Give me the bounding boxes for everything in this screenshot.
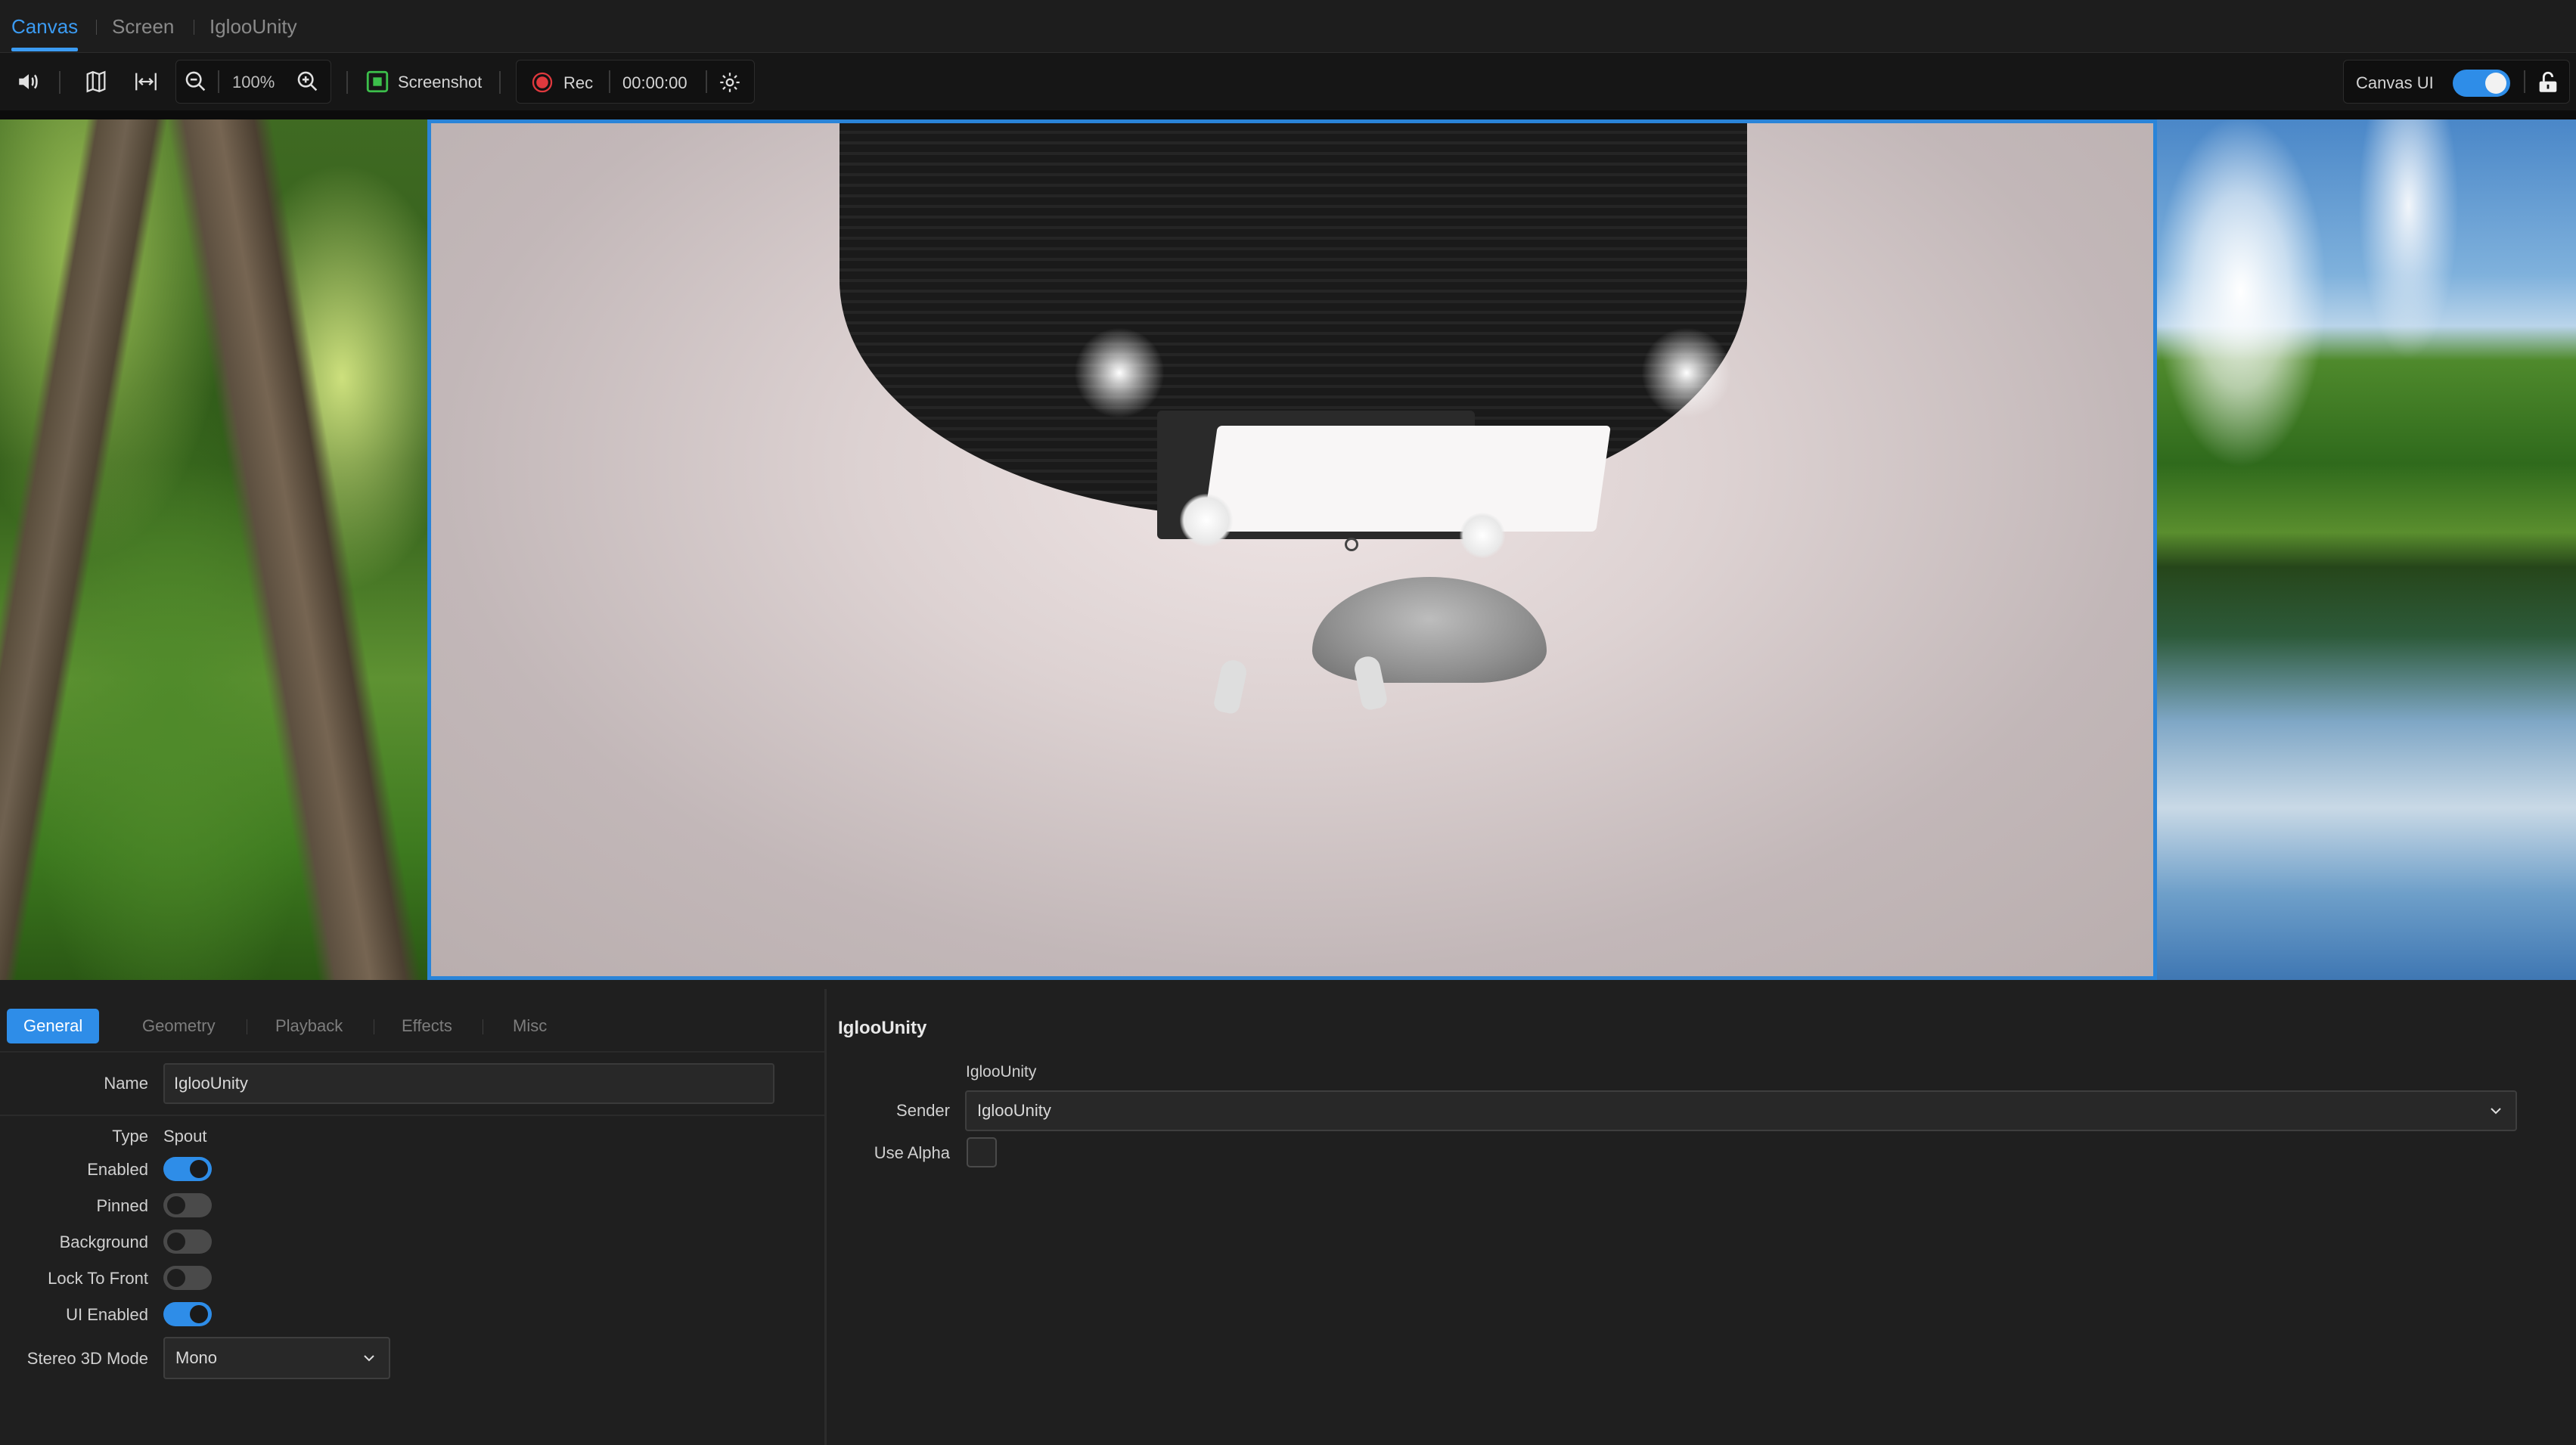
divider (0, 1115, 824, 1116)
top-tab-bar: Canvas Screen IglooUnity (0, 0, 2576, 53)
toolbar: 100% Screenshot Rec 00:00:00 Canvas UI (0, 53, 2576, 110)
tab-separator (96, 20, 97, 35)
lock-to-front-label: Lock To Front (48, 1269, 148, 1288)
umbrella-light (1460, 513, 1505, 558)
gear-icon[interactable] (715, 67, 745, 98)
divider (0, 1051, 824, 1053)
lock-to-front-toggle[interactable] (163, 1266, 212, 1290)
toolbar-separator (499, 71, 501, 94)
softbox-light (1203, 426, 1611, 532)
active-tab-indicator (11, 48, 78, 51)
fit-width-icon[interactable] (131, 67, 161, 97)
pinned-label: Pinned (96, 1196, 148, 1215)
type-label: Type (112, 1127, 148, 1146)
toolbar-separator (609, 70, 610, 93)
use-alpha-checkbox[interactable] (967, 1137, 997, 1167)
panel-divider (824, 989, 827, 1445)
center-reticle (1345, 538, 1358, 551)
zoom-in-icon[interactable] (293, 67, 323, 97)
forest-image[interactable] (0, 119, 427, 980)
pinned-toggle[interactable] (163, 1193, 212, 1217)
toolbar-separator (706, 70, 707, 93)
background-toggle[interactable] (163, 1229, 212, 1254)
type-value: Spout (163, 1127, 207, 1146)
subtab-effects[interactable]: Effects (402, 1009, 452, 1043)
screenshot-icon[interactable] (362, 67, 393, 97)
enabled-label: Enabled (87, 1160, 148, 1179)
use-alpha-label: Use Alpha (874, 1143, 950, 1162)
zoom-level: 100% (232, 73, 275, 91)
toolbar-separator (59, 71, 61, 94)
wall-light (1074, 327, 1165, 418)
canvas-ui-group: Canvas UI (2343, 60, 2570, 104)
record-icon[interactable] (527, 67, 557, 98)
toolbar-separator (346, 71, 348, 94)
toolbar-separator (218, 70, 219, 93)
tab-igloounity[interactable]: IglooUnity (209, 15, 297, 39)
screenshot-button[interactable]: Screenshot (398, 73, 482, 92)
toolbar-separator (2524, 70, 2525, 93)
map-icon[interactable] (81, 67, 111, 97)
record-group: Rec 00:00:00 (516, 60, 755, 104)
tab-screen[interactable]: Screen (112, 15, 174, 39)
canvas-ui-label: Canvas UI (2356, 73, 2434, 92)
subtab-playback[interactable]: Playback (275, 1009, 343, 1043)
wall-light (1641, 327, 1732, 418)
umbrella-light (1180, 494, 1233, 547)
name-label: Name (104, 1074, 148, 1093)
rec-button[interactable]: Rec (563, 73, 593, 93)
stereo-3d-mode-select[interactable]: Mono (163, 1337, 390, 1379)
ui-enabled-label: UI Enabled (66, 1305, 148, 1324)
sender-select[interactable]: IglooUnity (965, 1090, 2517, 1131)
subtab-misc[interactable]: Misc (513, 1009, 547, 1043)
tab-canvas[interactable]: Canvas (11, 15, 78, 39)
detail-title: IglooUnity (838, 1018, 927, 1038)
zoom-out-icon[interactable] (181, 67, 211, 97)
sender-caption: IglooUnity (966, 1063, 1037, 1081)
subtab-geometry[interactable]: Geometry (142, 1009, 216, 1043)
stereo-3d-mode-value: Mono (175, 1348, 218, 1367)
chevron-down-icon (364, 1355, 374, 1362)
record-timer: 00:00:00 (622, 73, 687, 92)
igloounity-view[interactable] (427, 119, 2157, 980)
background-label: Background (59, 1233, 148, 1251)
lake-image[interactable] (2157, 119, 2576, 980)
canvas-ui-toggle[interactable] (2453, 70, 2510, 97)
ui-enabled-toggle[interactable] (163, 1302, 212, 1326)
canvas-area[interactable] (0, 110, 2576, 980)
chevron-down-icon (2491, 1108, 2501, 1115)
volume-icon[interactable] (14, 67, 44, 97)
enabled-toggle[interactable] (163, 1157, 212, 1181)
name-field[interactable]: IglooUnity (163, 1063, 774, 1104)
zoom-group: 100% (175, 60, 331, 104)
sender-value: IglooUnity (977, 1101, 1051, 1120)
unlock-icon[interactable] (2533, 67, 2563, 98)
stereo-3d-mode-label: Stereo 3D Mode (26, 1349, 148, 1368)
subtab-general[interactable]: General (7, 1009, 100, 1043)
sender-label: Sender (896, 1101, 950, 1120)
properties-panel: General Geometry Playback Effects Misc N… (0, 989, 2576, 1445)
